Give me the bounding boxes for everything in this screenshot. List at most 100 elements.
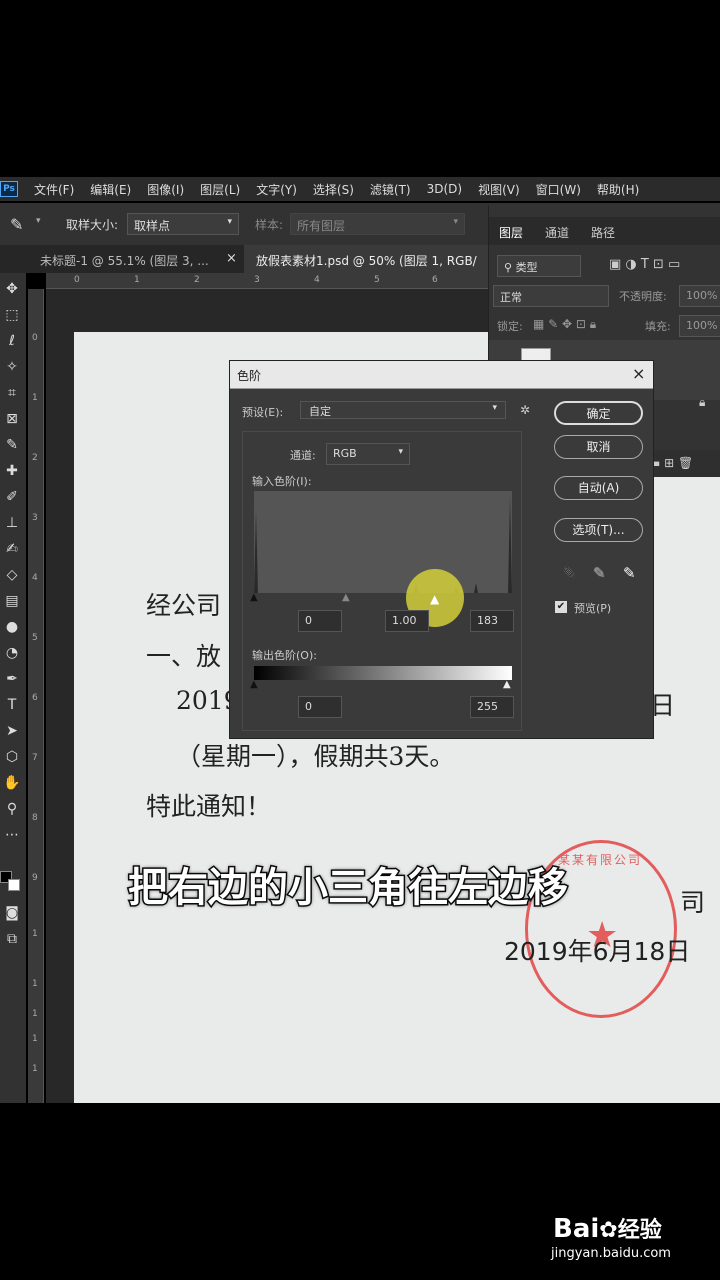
path-select-tool-icon[interactable]: ➤ [2,721,22,741]
history-brush-tool-icon[interactable]: ✍ [2,539,22,559]
horizontal-ruler: 0 1 2 3 4 5 6 [46,273,488,289]
stamp-tool-icon[interactable]: ⊥ [2,513,22,533]
menu-edit[interactable]: 编辑(E) [90,181,131,198]
quick-select-tool-icon[interactable]: ✧ [2,357,22,377]
input-black-field[interactable]: 0 [298,610,342,632]
type-tool-icon[interactable]: T [2,695,22,715]
tools-panel: ✥ ⬚ ℓ ✧ ⌗ ⊠ ✎ ✚ ✐ ⊥ ✍ ◇ ▤ ● ◔ ✒ T ➤ ⬡ ✋ … [0,273,26,1103]
ruler-tick: 6 [32,693,38,703]
tab-layers[interactable]: 图层 [499,224,523,241]
input-black-slider[interactable]: ▲ [250,592,258,603]
options-button[interactable]: 选项(T)... [554,518,643,542]
output-black-slider[interactable]: ▲ [250,679,258,690]
photoshop-logo-icon[interactable]: Ps [0,181,18,197]
input-levels-label: 输入色阶(I): [252,475,312,488]
close-icon[interactable]: × [226,251,237,266]
tutorial-caption: 把右边的小三角往左边移 [127,864,570,913]
menu-type[interactable]: 文字(Y) [256,181,297,198]
doc-line-2: 一、放 [146,642,222,671]
menu-view[interactable]: 视图(V) [478,181,520,198]
tab-active-document[interactable]: 放假表素材1.psd @ 50% (图层 1, RGB/ [244,245,488,273]
ruler-tick: 4 [314,275,320,285]
gray-point-eyedropper-icon[interactable]: ✎ [593,564,606,582]
gear-icon[interactable]: ✲ [520,403,530,417]
layer-filter-select[interactable]: ⚲ 类型 [497,255,581,277]
marquee-tool-icon[interactable]: ⬚ [2,305,22,325]
paw-icon: ✿ [599,1218,618,1243]
eyedropper-tool-icon[interactable]: ✎ [10,215,23,234]
cancel-button[interactable]: 取消 [554,435,643,459]
sample-select[interactable]: 所有图层 ▾ [290,213,465,235]
ruler-tick: 1 [32,393,38,403]
screen-mode-icon[interactable]: ⧉ [2,929,22,949]
sample-value: 所有图层 [297,219,346,233]
tab-channels[interactable]: 通道 [545,224,569,241]
layer-footer-icons[interactable]: ▬ ⊞ 🗑︎ [649,456,693,470]
dodge-tool-icon[interactable]: ◔ [2,643,22,663]
input-mid-slider[interactable]: ▲ [342,592,350,603]
tab-label: 未标题-1 @ 55.1% (图层 3, ... [40,254,209,268]
blur-tool-icon[interactable]: ● [2,617,22,637]
ruler-tick: 1 [32,929,38,939]
frame-tool-icon[interactable]: ⊠ [2,409,22,429]
preview-checkbox[interactable]: ✔ [555,601,567,613]
crop-tool-icon[interactable]: ⌗ [2,383,22,403]
channel-select[interactable]: RGB ▾ [326,443,410,465]
output-gradient [254,666,512,680]
menu-filter[interactable]: 滤镜(T) [370,181,411,198]
zoom-tool-icon[interactable]: ⚲ [2,799,22,819]
filter-icons[interactable]: ▣ ◑ T ⊡ ▭ [609,257,680,272]
gradient-tool-icon[interactable]: ▤ [2,591,22,611]
dialog-titlebar: 色阶 × [230,361,653,389]
fill-input[interactable]: 100% [679,315,720,337]
menu-image[interactable]: 图像(I) [147,181,184,198]
tab-paths[interactable]: 路径 [591,224,615,241]
ruler-tick: 1 [32,1064,38,1074]
input-white-field[interactable]: 183 [470,610,514,632]
menu-window[interactable]: 窗口(W) [536,181,581,198]
output-black-field[interactable]: 0 [298,696,342,718]
histogram-graph [254,496,512,593]
menu-file[interactable]: 文件(F) [34,181,74,198]
black-point-eyedropper-icon[interactable]: ✎ [563,564,576,582]
ruler-tick: 3 [32,513,38,523]
opacity-input[interactable]: 100% [679,285,720,307]
auto-button[interactable]: 自动(A) [554,476,643,500]
close-icon[interactable]: × [632,364,645,383]
eraser-tool-icon[interactable]: ◇ [2,565,22,585]
output-white-slider[interactable]: ▲ [503,679,511,690]
hand-tool-icon[interactable]: ✋ [2,773,22,793]
shape-tool-icon[interactable]: ⬡ [2,747,22,767]
chevron-down-icon[interactable]: ▾ [36,216,41,226]
background-color-swatch[interactable] [8,879,20,891]
sample-size-select[interactable]: 取样点 ▾ [127,213,239,235]
menu-help[interactable]: 帮助(H) [597,181,639,198]
input-white-slider[interactable]: ▲ [430,592,439,606]
blend-mode-select[interactable]: 正常 [493,285,609,307]
more-tools-icon[interactable]: ⋯ [2,825,22,845]
pen-tool-icon[interactable]: ✒ [2,669,22,689]
white-point-eyedropper-icon[interactable]: ✎ [623,564,636,582]
preset-label: 预设(E): [242,406,284,419]
preview-label: 预览(P) [574,602,612,615]
eyedropper-tool-icon[interactable]: ✎ [2,435,22,455]
menu-select[interactable]: 选择(S) [313,181,354,198]
healing-tool-icon[interactable]: ✚ [2,461,22,481]
menu-3d[interactable]: 3D(D) [427,182,462,196]
ok-button[interactable]: 确定 [554,401,643,425]
sample-label: 样本: [255,218,284,232]
input-mid-field[interactable]: 1.00 [385,610,429,632]
menu-layer[interactable]: 图层(L) [200,181,240,198]
quick-mask-icon[interactable]: ◙ [2,903,22,923]
opacity-value: 100% [686,289,718,302]
preset-select[interactable]: 自定 ▾ [300,401,506,419]
opacity-label: 不透明度: [619,290,667,303]
brush-tool-icon[interactable]: ✐ [2,487,22,507]
ruler-tick: 7 [32,753,38,763]
ruler-tick: 1 [32,1009,38,1019]
output-white-field[interactable]: 255 [470,696,514,718]
lasso-tool-icon[interactable]: ℓ [2,331,22,351]
lock-icons[interactable]: ▦ ✎ ✥ ⊡ 🔒︎ [533,317,596,332]
tab-untitled[interactable]: 未标题-1 @ 55.1% (图层 3, ... [0,245,244,273]
move-tool-icon[interactable]: ✥ [2,279,22,299]
